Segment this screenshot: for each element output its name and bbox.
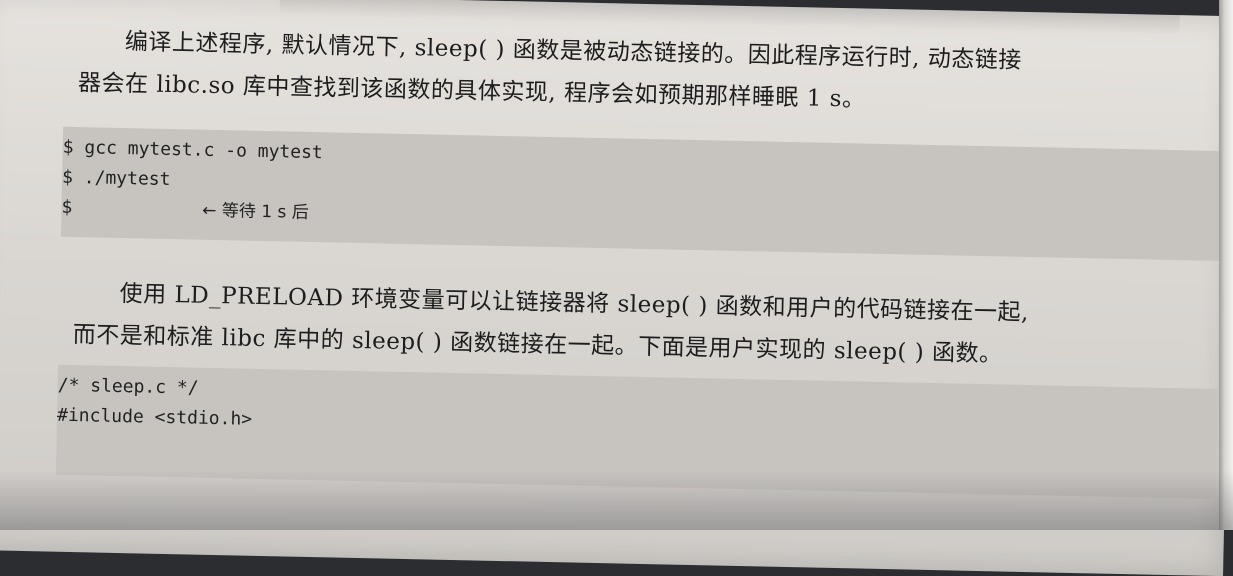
- wait-comment: ← 等待 1 s 后: [202, 200, 310, 223]
- paragraph-dynamic-linking: 编译上述程序, 默认情况下, sleep( ) 函数是被动态链接的。因此程序运行…: [78, 20, 1023, 124]
- prompt-symbol: $: [61, 196, 73, 218]
- paragraph-ld-preload: 使用 LD_PRELOAD 环境变量可以让链接器将 sleep( ) 函数和用户…: [72, 272, 1030, 376]
- code-block-compile-run: $ gcc mytest.c -o mytest $ ./mytest $ ← 等…: [60, 126, 1223, 262]
- bottom-shadow: [0, 470, 1233, 530]
- page-edge: [1219, 0, 1233, 530]
